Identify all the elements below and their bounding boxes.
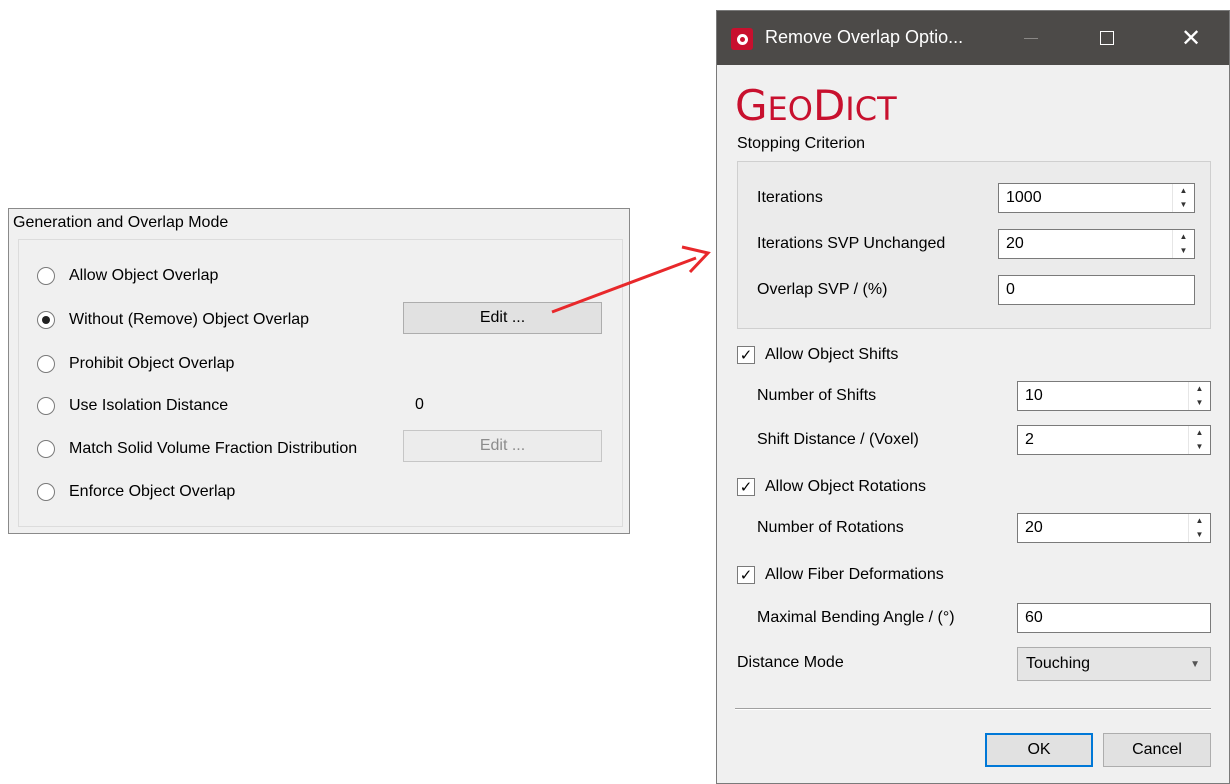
radio-label: Enforce Object Overlap xyxy=(69,483,236,500)
checkbox-label: Allow Object Shifts xyxy=(765,346,899,363)
shift-distance-label: Shift Distance / (Voxel) xyxy=(757,431,919,448)
spin-up-icon[interactable]: ▲ xyxy=(1173,230,1194,244)
spin-down-icon[interactable]: ▼ xyxy=(1189,440,1210,454)
radio-without-remove-object-overlap[interactable]: Without (Remove) Object Overlap xyxy=(37,308,309,332)
spin-down-icon[interactable]: ▼ xyxy=(1189,396,1210,410)
groupbox-title: Generation and Overlap Mode xyxy=(13,214,229,231)
overlap-svp-value: 0 xyxy=(1006,281,1015,298)
distance-mode-label: Distance Mode xyxy=(737,654,844,671)
allow-object-shifts-checkbox[interactable]: ✓ Allow Object Shifts xyxy=(737,343,898,367)
minimize-icon xyxy=(1024,37,1038,39)
iterations-svp-unchanged-value: 20 xyxy=(1006,235,1024,252)
separator xyxy=(735,708,1211,710)
spin-buttons[interactable]: ▲ ▼ xyxy=(1172,184,1194,212)
distance-mode-value: Touching xyxy=(1026,655,1091,672)
allow-fiber-deformations-checkbox[interactable]: ✓ Allow Fiber Deformations xyxy=(737,563,944,587)
radio-button[interactable] xyxy=(37,355,55,373)
checkbox-checked[interactable]: ✓ xyxy=(737,478,755,496)
iterations-svp-unchanged-label: Iterations SVP Unchanged xyxy=(757,235,946,252)
checkbox-checked[interactable]: ✓ xyxy=(737,346,755,364)
number-of-rotations-spinbox[interactable]: 20 ▲ ▼ xyxy=(1017,513,1211,543)
radio-use-isolation-distance[interactable]: Use Isolation Distance xyxy=(37,394,228,418)
edit-svf-distribution-button: Edit ... xyxy=(403,430,602,462)
number-of-shifts-label: Number of Shifts xyxy=(757,387,877,404)
iterations-spinbox[interactable]: 1000 ▲ ▼ xyxy=(998,183,1195,213)
radio-button[interactable] xyxy=(37,483,55,501)
dialog-titlebar[interactable]: Remove Overlap Optio... ✕ xyxy=(717,11,1229,65)
geodict-logo: GEODICT xyxy=(735,81,897,130)
spin-down-icon[interactable]: ▼ xyxy=(1173,244,1194,258)
allow-object-rotations-checkbox[interactable]: ✓ Allow Object Rotations xyxy=(737,475,926,499)
spin-up-icon[interactable]: ▲ xyxy=(1189,426,1210,440)
iterations-svp-unchanged-spinbox[interactable]: 20 ▲ ▼ xyxy=(998,229,1195,259)
overlap-svp-label: Overlap SVP / (%) xyxy=(757,281,888,298)
cancel-button[interactable]: Cancel xyxy=(1103,733,1211,767)
close-button[interactable]: ✕ xyxy=(1163,11,1219,65)
radio-label: Prohibit Object Overlap xyxy=(69,355,235,372)
radio-button[interactable] xyxy=(37,440,55,458)
checkbox-label: Allow Fiber Deformations xyxy=(765,566,944,583)
maximal-bending-angle-label: Maximal Bending Angle / (°) xyxy=(757,609,955,626)
maximize-button[interactable] xyxy=(1079,11,1135,65)
distance-mode-dropdown[interactable]: Touching ▼ xyxy=(1017,647,1211,681)
checkbox-checked[interactable]: ✓ xyxy=(737,566,755,584)
radio-button-selected[interactable] xyxy=(37,311,55,329)
radio-enforce-object-overlap[interactable]: Enforce Object Overlap xyxy=(37,480,235,504)
radio-button[interactable] xyxy=(37,267,55,285)
spin-buttons[interactable]: ▲ ▼ xyxy=(1188,382,1210,410)
chevron-down-icon: ▼ xyxy=(1190,659,1200,670)
minimize-button xyxy=(1003,11,1059,65)
close-icon: ✕ xyxy=(1180,24,1202,52)
number-of-shifts-value: 10 xyxy=(1025,387,1043,404)
maximal-bending-angle-value: 60 xyxy=(1025,609,1043,626)
number-of-rotations-value: 20 xyxy=(1025,519,1043,536)
checkbox-label: Allow Object Rotations xyxy=(765,478,926,495)
number-of-rotations-label: Number of Rotations xyxy=(757,519,904,536)
spin-up-icon[interactable]: ▲ xyxy=(1173,184,1194,198)
spin-buttons[interactable]: ▲ ▼ xyxy=(1172,230,1194,258)
radio-button[interactable] xyxy=(37,397,55,415)
overlap-mode-options: Allow Object Overlap Without (Remove) Ob… xyxy=(18,239,623,527)
radio-match-svf-distribution[interactable]: Match Solid Volume Fraction Distribution xyxy=(37,437,357,461)
spin-buttons[interactable]: ▲ ▼ xyxy=(1188,514,1210,542)
number-of-shifts-spinbox[interactable]: 10 ▲ ▼ xyxy=(1017,381,1211,411)
overlap-svp-field[interactable]: 0 xyxy=(998,275,1195,305)
ok-button[interactable]: OK xyxy=(985,733,1093,767)
spin-down-icon[interactable]: ▼ xyxy=(1173,198,1194,212)
maximize-icon xyxy=(1100,31,1114,45)
shift-distance-value: 2 xyxy=(1025,431,1034,448)
spin-up-icon[interactable]: ▲ xyxy=(1189,514,1210,528)
dialog-title: Remove Overlap Optio... xyxy=(765,27,964,47)
spin-down-icon[interactable]: ▼ xyxy=(1189,528,1210,542)
iterations-label: Iterations xyxy=(757,189,823,206)
radio-label: Without (Remove) Object Overlap xyxy=(69,311,310,328)
overlap-mode-groupbox: Generation and Overlap Mode Allow Object… xyxy=(8,208,630,534)
edit-remove-overlap-button[interactable]: Edit ... xyxy=(403,302,602,334)
radio-prohibit-object-overlap[interactable]: Prohibit Object Overlap xyxy=(37,352,234,376)
spin-up-icon[interactable]: ▲ xyxy=(1189,382,1210,396)
isolation-distance-value: 0 xyxy=(415,396,424,413)
radio-allow-object-overlap[interactable]: Allow Object Overlap xyxy=(37,264,218,288)
radio-label: Allow Object Overlap xyxy=(69,267,219,284)
spin-buttons[interactable]: ▲ ▼ xyxy=(1188,426,1210,454)
geodict-app-icon xyxy=(731,28,753,50)
radio-label: Match Solid Volume Fraction Distribution xyxy=(69,440,358,457)
maximal-bending-angle-field[interactable]: 60 xyxy=(1017,603,1211,633)
shift-distance-spinbox[interactable]: 2 ▲ ▼ xyxy=(1017,425,1211,455)
stopping-criterion-label: Stopping Criterion xyxy=(737,135,866,152)
iterations-value: 1000 xyxy=(1006,189,1042,206)
remove-overlap-options-dialog: Remove Overlap Optio... ✕ GEODICT Stoppi… xyxy=(716,10,1230,784)
radio-label: Use Isolation Distance xyxy=(69,397,229,414)
